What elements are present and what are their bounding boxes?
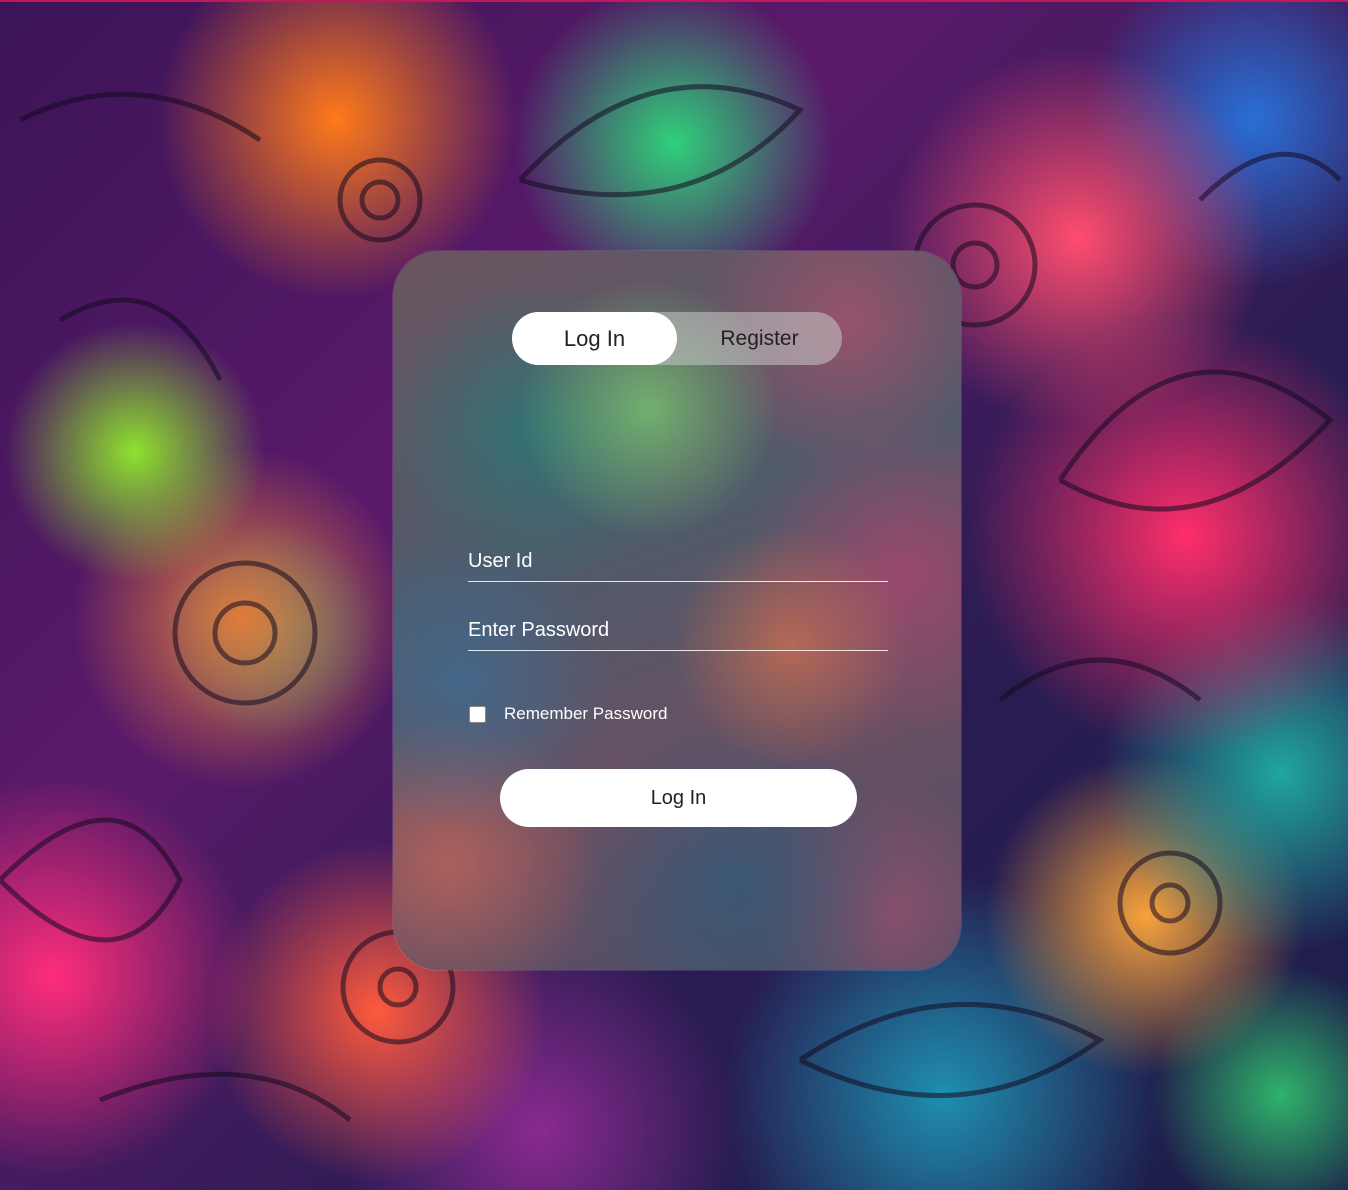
remember-password-row: Remember Password [469,704,667,724]
top-accent-line [0,0,1348,2]
password-input[interactable] [468,610,888,650]
remember-password-checkbox[interactable] [469,705,486,723]
login-card: Log In Register Remember Password Log In [393,251,961,970]
tab-login[interactable]: Log In [512,312,677,365]
login-submit-button[interactable]: Log In [500,769,857,827]
user-id-input[interactable] [468,541,888,581]
remember-password-label: Remember Password [504,704,668,723]
tab-register[interactable]: Register [677,312,842,365]
user-id-field-container [468,541,888,582]
password-field-container [468,610,888,651]
auth-mode-toggle: Log In Register [512,312,842,365]
